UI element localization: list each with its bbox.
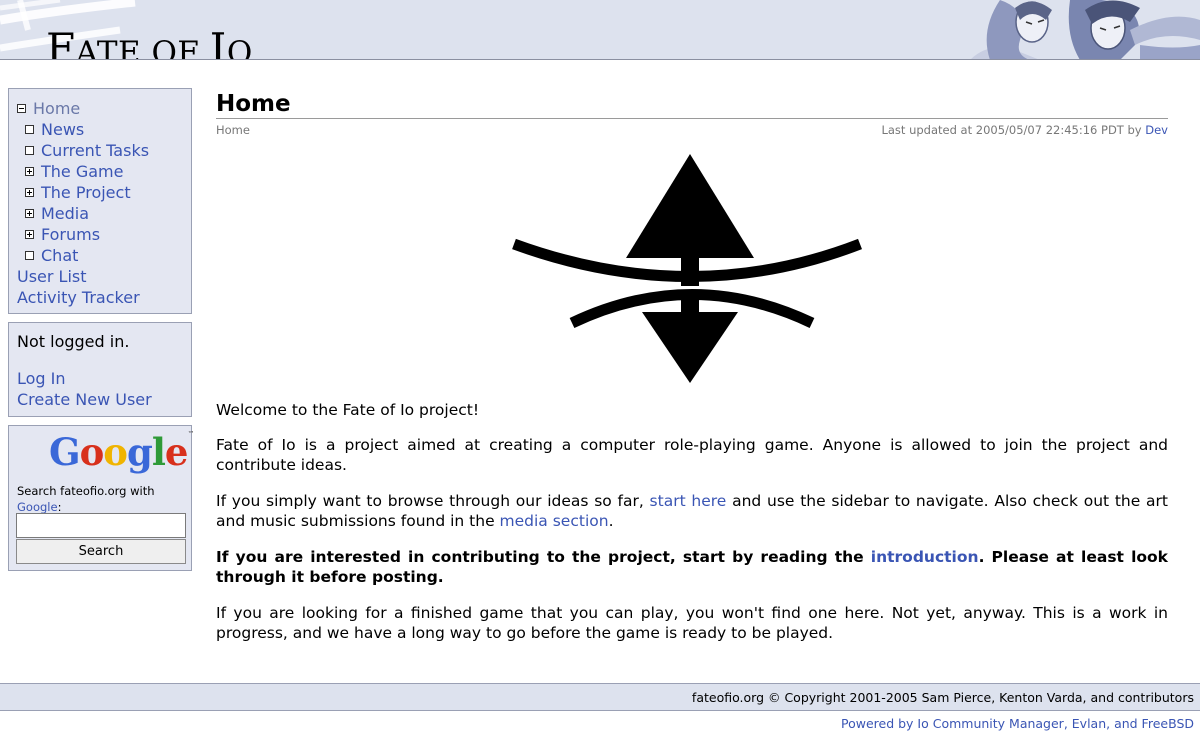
google-logo[interactable]: Google™ [49, 430, 194, 474]
page-meta: Home Last updated at 2005/05/07 22:45:16… [216, 123, 1168, 139]
start-here-link[interactable]: start here [650, 492, 727, 510]
google-link[interactable]: Google [17, 500, 58, 514]
create-new-user-link[interactable]: Create New User [17, 390, 191, 411]
footer-copyright: fateofio.org © Copyright 2001-2005 Sam P… [0, 683, 1200, 711]
intro-paragraph: Fate of Io is a project aimed at creatin… [216, 436, 1168, 474]
expand-icon[interactable] [25, 230, 34, 239]
google-logo-letter: o [103, 430, 128, 474]
google-logo-letter: l [151, 430, 166, 474]
sidebar-item-the-game[interactable]: The Game [17, 161, 191, 182]
log-in-link[interactable]: Log In [17, 369, 191, 390]
search-button[interactable]: Search [16, 539, 186, 564]
media-section-link[interactable]: media section [500, 512, 609, 530]
last-updated: Last updated at 2005/05/07 22:45:16 PDT … [881, 123, 1168, 137]
expand-icon[interactable] [25, 167, 34, 176]
sidebar-item-news[interactable]: News [17, 119, 191, 140]
author-link-dev[interactable]: Dev [1145, 123, 1168, 137]
leaf-box-icon [25, 251, 34, 260]
sidebar-item-the-project[interactable]: The Project [17, 182, 191, 203]
sidebar-item-forums[interactable]: Forums [17, 224, 191, 245]
sidebar-item-user-list[interactable]: User List [17, 266, 191, 287]
sidebar-item-chat[interactable]: Chat [17, 245, 191, 266]
google-logo-letter: o [79, 430, 105, 474]
contributing-paragraph: If you are interested in contributing to… [216, 548, 1168, 586]
fate-of-io-emblem-icon [512, 154, 862, 383]
powered-by-link[interactable]: Powered by Io Community Manager, Evlan, … [841, 716, 1194, 731]
search-input[interactable] [16, 513, 186, 538]
sidebar-item-current-tasks[interactable]: Current Tasks [17, 140, 191, 161]
welcome-paragraph: Welcome to the Fate of Io project! [216, 401, 480, 419]
site-header: FATE OF IO [0, 0, 1200, 60]
login-status: Not logged in. [17, 332, 130, 351]
site-logo-title[interactable]: FATE OF IO [46, 28, 253, 60]
search-description: Search fateofio.org with Google: [17, 484, 155, 514]
google-logo-letter: e [164, 430, 189, 474]
trademark-symbol: ™ [187, 430, 195, 438]
google-logo-letter: G [49, 430, 81, 474]
expand-icon[interactable] [25, 188, 34, 197]
leaf-box-icon [25, 146, 34, 155]
work-in-progress-paragraph: If you are looking for a finished game t… [216, 604, 1168, 642]
breadcrumb: Home [216, 123, 250, 137]
sidebar-item-media[interactable]: Media [17, 203, 191, 224]
google-logo-letter: g [126, 430, 153, 474]
sidebar-item-home[interactable]: Home [17, 98, 191, 119]
page-title: Home [216, 88, 1168, 119]
collapse-icon[interactable] [17, 104, 26, 113]
leaf-box-icon [25, 125, 34, 134]
introduction-link[interactable]: introduction [871, 548, 979, 566]
login-box: Not logged in. Log In Create New User [8, 322, 192, 417]
browse-paragraph: If you simply want to browse through our… [216, 492, 1169, 530]
main-content: Home Home Last updated at 2005/05/07 22:… [216, 88, 1168, 642]
google-search-box: Google™ Search fateofio.org with Google:… [8, 425, 194, 571]
sidebar-item-activity-tracker[interactable]: Activity Tracker [17, 287, 191, 308]
header-character-art [960, 0, 1200, 59]
sidebar-navigation: Home News Current Tasks The Game The Pro… [8, 88, 192, 314]
expand-icon[interactable] [25, 209, 34, 218]
